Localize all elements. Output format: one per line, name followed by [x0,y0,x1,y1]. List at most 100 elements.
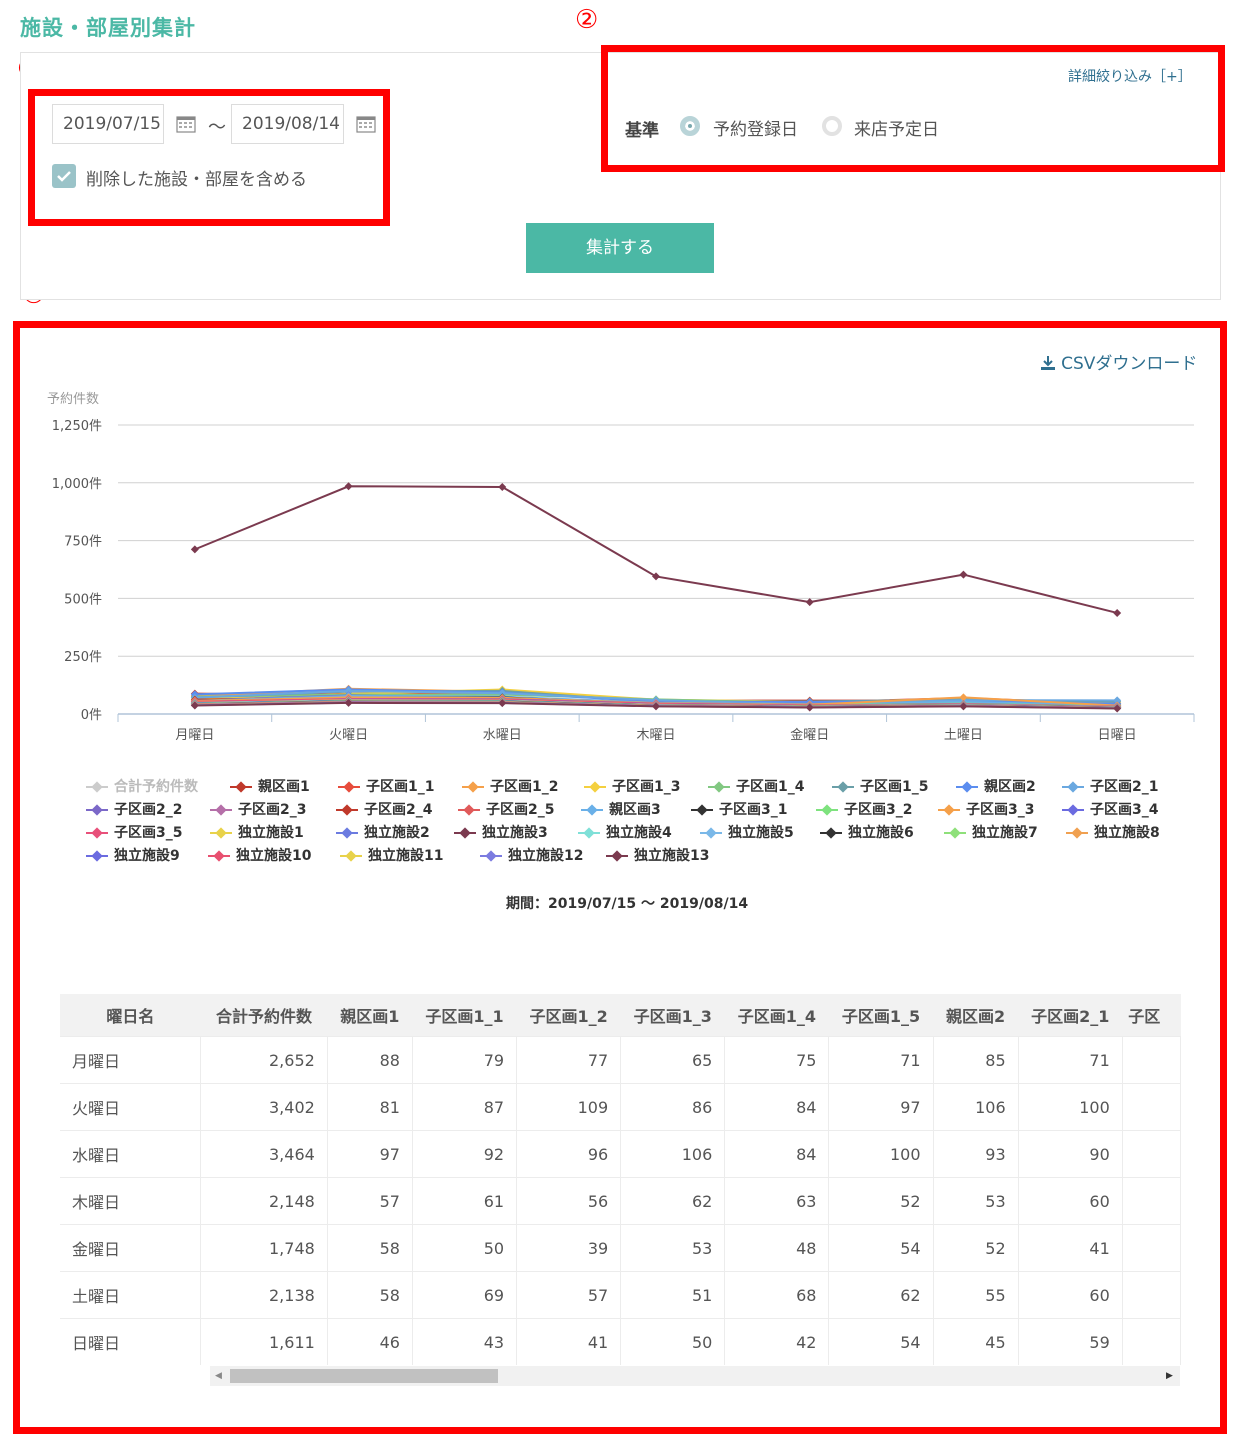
y-tick-label: 1,250件 [52,419,102,434]
legend-item[interactable]: 子区画3_1 [691,801,787,819]
legend-item[interactable]: 独立施設4 [578,824,672,842]
legend-item[interactable]: 子区画1_1 [338,778,434,796]
legend-label: 独立施設4 [606,825,672,841]
date-to-input[interactable]: 2019/08/14 [231,104,344,144]
data-point[interactable] [805,598,814,607]
legend-item[interactable]: 独立施設5 [700,824,794,842]
day-name-cell: 土曜日 [60,1271,202,1319]
table-header-cell[interactable]: 合計予約件数 [200,994,328,1037]
table-header-cell[interactable]: 子区画2_1 [1018,994,1123,1037]
legend-item[interactable]: 子区画2_2 [86,801,182,819]
legend-swatch-icon [462,781,484,793]
table-header-cell[interactable]: 子区画1_1 [412,994,517,1037]
legend-item[interactable]: 独立施設2 [336,824,430,842]
count-cell: 50 [620,1318,726,1365]
data-point[interactable] [959,570,968,579]
legend-label: 合計予約件数 [114,779,198,795]
legend-item[interactable]: 独立施設11 [340,847,443,865]
legend-swatch-icon [210,804,232,816]
legend-swatch-icon [1062,781,1084,793]
legend-item[interactable]: 子区画2_4 [336,801,432,819]
legend-item[interactable]: 子区画3_5 [86,824,182,842]
legend-item[interactable]: 子区画1_4 [708,778,804,796]
count-cell: 57 [516,1271,622,1319]
legend-item[interactable]: 子区画3_2 [816,801,912,819]
count-cell: 52 [828,1177,934,1225]
legend-item[interactable]: 親区画2 [956,778,1036,796]
legend-item[interactable]: 子区画2_3 [210,801,306,819]
table-header-cell[interactable]: 子区画1_5 [828,994,934,1037]
data-point[interactable] [498,482,507,491]
table-header-cell[interactable]: 曜日名 [60,994,201,1037]
scrollbar-thumb[interactable] [230,1369,498,1383]
legend-item[interactable]: 独立施設7 [944,824,1038,842]
legend-item[interactable]: 親区画3 [581,801,661,819]
scroll-left-arrow-icon[interactable]: ◀ [215,1371,222,1381]
day-name-cell: 水曜日 [60,1130,202,1178]
radio-visit-date[interactable] [822,116,842,136]
count-cell: 96 [516,1130,622,1178]
table-header-cell[interactable]: 親区画1 [327,994,413,1037]
count-cell [1122,1318,1181,1365]
legend-item[interactable]: 独立施設8 [1066,824,1160,842]
legend-item[interactable]: 独立施設9 [86,847,180,865]
scroll-right-arrow-icon[interactable]: ▶ [1166,1371,1173,1381]
count-cell: 97 [828,1083,934,1131]
include-deleted-checkbox[interactable] [52,164,76,188]
table-header-cell[interactable]: 子区 [1122,994,1181,1037]
legend-item[interactable]: 独立施設12 [480,847,583,865]
aggregate-button[interactable]: 集計する [526,223,714,273]
data-table-container[interactable]: 曜日名 合計予約件数 親区画1 子区画1_1 子区画1_2 子区画1_3 子区画1_4 子区画… [60,994,1181,1366]
legend-item[interactable]: 独立施設1 [210,824,304,842]
data-point[interactable] [1113,608,1122,617]
legend-item[interactable]: 独立施設10 [208,847,311,865]
table-header-cell[interactable]: 親区画2 [933,994,1019,1037]
count-cell: 51 [620,1271,726,1319]
legend-item[interactable]: 子区画3_3 [938,801,1034,819]
legend-item[interactable]: 独立施設13 [606,847,709,865]
legend-swatch-icon [480,850,502,862]
count-cell: 54 [828,1318,934,1365]
include-deleted-label: 削除した施設・部屋を含める [86,170,307,190]
count-cell: 106 [933,1083,1019,1131]
count-cell: 60 [1018,1177,1123,1225]
csv-download-link[interactable]: CSVダウンロード [1040,349,1197,374]
data-point[interactable] [344,482,353,491]
x-tick-label: 月曜日 [175,728,214,743]
detail-filter-link[interactable]: 詳細絞り込み［+］ [1068,66,1192,86]
table-header-cell[interactable]: 子区画1_3 [620,994,725,1037]
legend-item[interactable]: 子区画2_5 [458,801,554,819]
data-point[interactable] [652,572,660,581]
legend-item[interactable]: 子区画1_2 [462,778,558,796]
series-line [194,485,1118,614]
calendar-icon[interactable] [176,115,196,133]
legend-swatch-icon [1066,827,1088,839]
calendar-icon[interactable] [356,115,376,133]
data-point[interactable] [190,545,199,554]
legend-item[interactable]: 親区画1 [230,778,310,796]
count-cell: 42 [724,1318,830,1365]
table-header-cell[interactable]: 子区画1_4 [724,994,829,1037]
legend-label: 独立施設10 [236,848,312,864]
radio-visit-date-label: 来店予定日 [854,120,939,140]
legend-item[interactable]: 合計予約件数 [86,778,198,796]
radio-reservation-date[interactable] [680,116,700,136]
legend-label: 子区画3_2 [844,802,913,818]
legend-item[interactable]: 子区画3_4 [1062,801,1158,819]
legend-item[interactable]: 子区画2_1 [1062,778,1158,796]
table-header-cell[interactable]: 子区画1_2 [516,994,621,1037]
count-cell: 92 [412,1130,518,1178]
date-from-input[interactable]: 2019/07/15 [52,104,164,144]
legend-item[interactable]: 独立施設6 [820,824,914,842]
day-name-cell: 月曜日 [60,1036,202,1084]
table-horizontal-scrollbar[interactable]: ◀ ▶ [210,1366,1180,1386]
legend-swatch-icon [820,827,842,839]
legend-swatch-icon [210,827,232,839]
day-name-cell: 木曜日 [60,1177,202,1225]
legend-label: 独立施設3 [482,825,548,841]
legend-item[interactable]: 子区画1_3 [584,778,680,796]
legend-item[interactable]: 子区画1_5 [832,778,928,796]
csv-download-label: CSVダウンロード [1061,354,1198,374]
legend-item[interactable]: 独立施設3 [454,824,548,842]
y-tick-label: 500件 [64,592,102,607]
